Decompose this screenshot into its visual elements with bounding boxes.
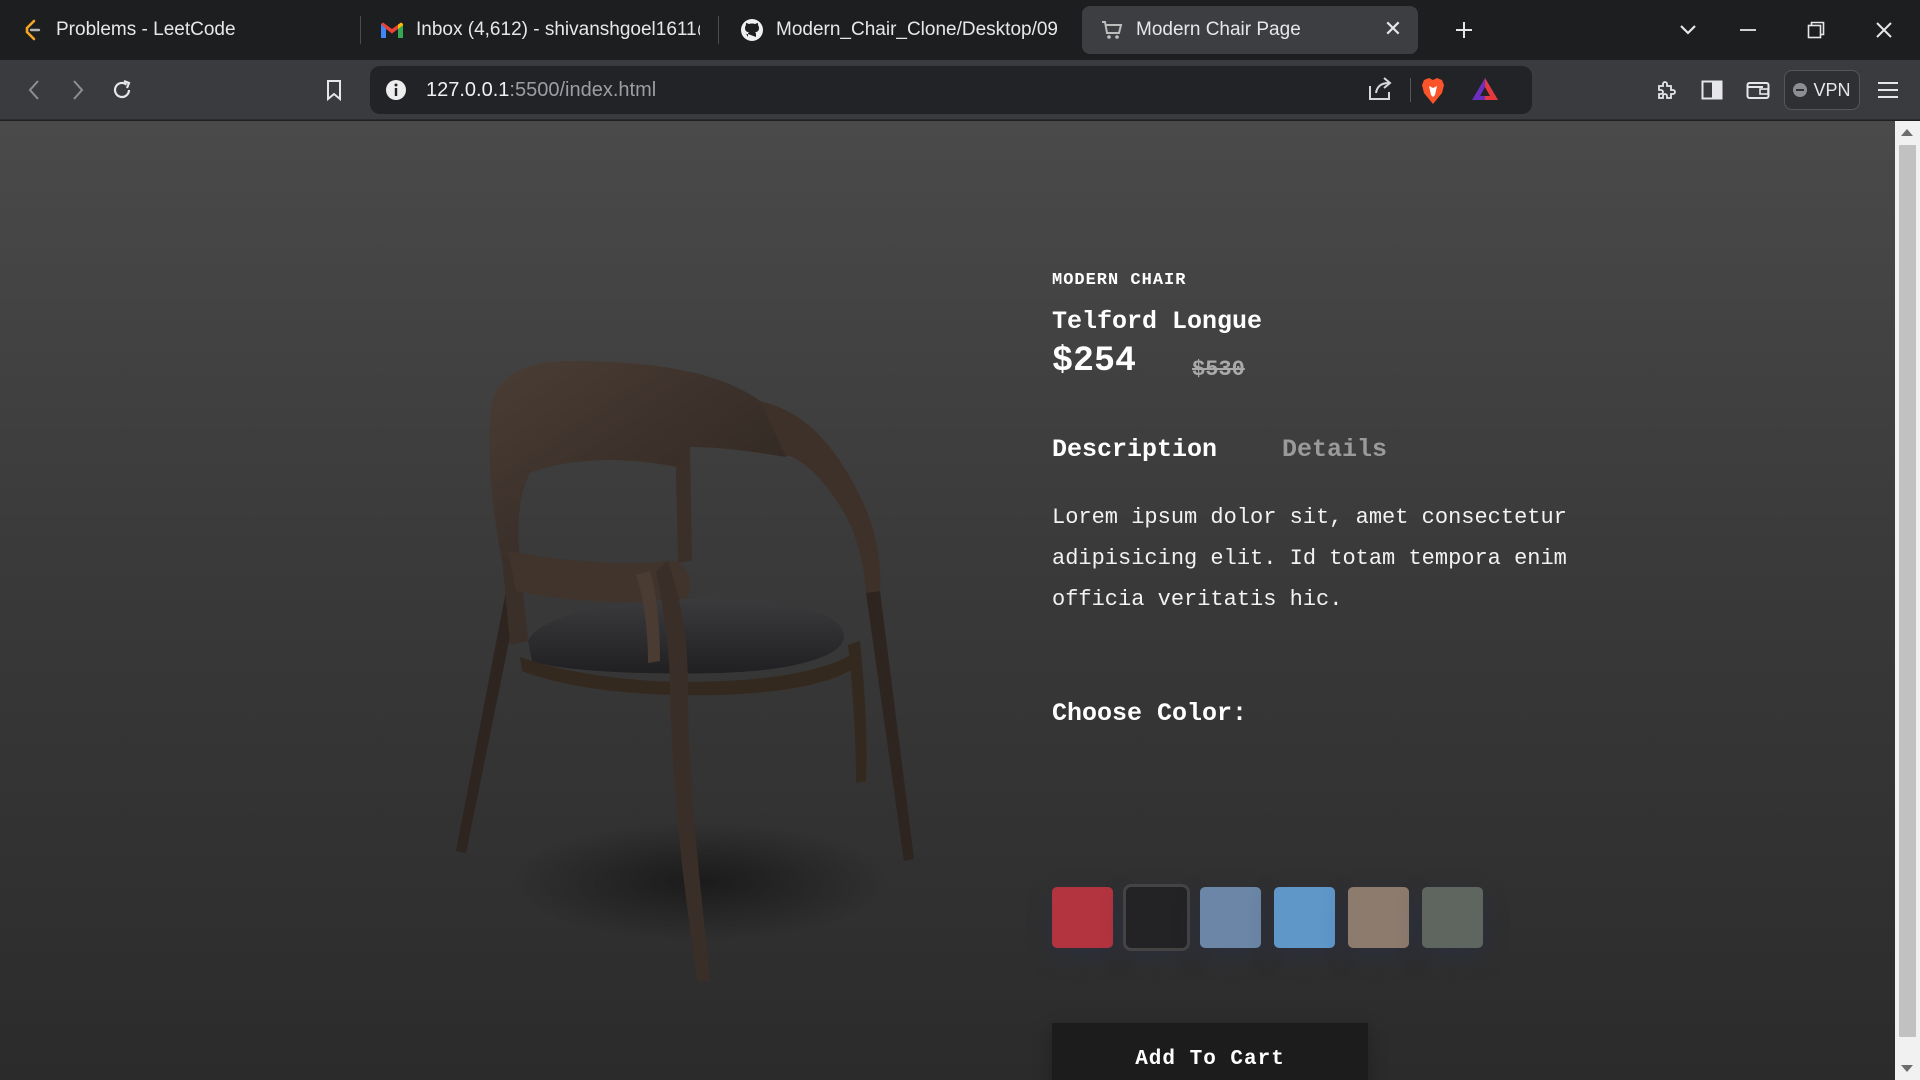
- choose-color-label: Choose Color:: [1052, 699, 1248, 728]
- browser-toolbar: 127.0.0.1:5500/index.html VPN: [0, 60, 1920, 120]
- tab-modern-chair[interactable]: Modern Chair Page ✕: [1082, 6, 1418, 54]
- close-window-icon[interactable]: [1866, 12, 1902, 48]
- tab-divider: [718, 16, 719, 44]
- color-swatch-taupe[interactable]: [1348, 887, 1409, 948]
- vpn-label: VPN: [1813, 79, 1851, 100]
- product-category: MODERN CHAIR: [1052, 271, 1187, 290]
- product-name: Telford Longue: [1052, 307, 1263, 336]
- tab-description[interactable]: Description: [1052, 435, 1217, 464]
- brave-shields-icon[interactable]: [1420, 76, 1448, 106]
- scroll-thumb[interactable]: [1899, 145, 1916, 1037]
- back-icon[interactable]: [14, 70, 54, 110]
- leetcode-icon: [20, 18, 44, 42]
- gmail-icon: [380, 18, 404, 42]
- url-text[interactable]: 127.0.0.1:5500/index.html: [426, 79, 656, 102]
- sidebar-icon[interactable]: [1692, 70, 1732, 110]
- color-swatch-red[interactable]: [1052, 887, 1113, 948]
- forward-icon[interactable]: [58, 70, 98, 110]
- close-tab-icon[interactable]: ✕: [1382, 18, 1404, 40]
- url-host: 127.0.0.1: [426, 79, 510, 101]
- add-to-cart-button[interactable]: Add To Cart: [1052, 1023, 1368, 1080]
- tab-title: Problems - LeetCode: [56, 19, 236, 40]
- tab-list-chevron-icon[interactable]: [1670, 12, 1706, 48]
- tab-title: Inbox (4,612) - shivanshgoel1611@g: [416, 19, 700, 40]
- restore-icon[interactable]: [1798, 12, 1834, 48]
- tab-title: Modern_Chair_Clone/Desktop/09 - I: [776, 19, 1060, 40]
- address-bar[interactable]: 127.0.0.1:5500/index.html: [370, 66, 1532, 114]
- product-price: $254: [1052, 341, 1137, 381]
- tab-details[interactable]: Details: [1282, 435, 1387, 464]
- minimize-icon[interactable]: [1730, 12, 1766, 48]
- bookmark-icon[interactable]: [314, 70, 354, 110]
- url-path: :5500/index.html: [509, 79, 657, 101]
- color-swatch-grey-green[interactable]: [1422, 887, 1483, 948]
- address-bar-divider: [1410, 78, 1411, 102]
- github-icon: [740, 18, 764, 42]
- share-icon[interactable]: [1366, 76, 1396, 104]
- scroll-up-arrow-icon[interactable]: [1901, 129, 1913, 136]
- new-tab-icon[interactable]: [1446, 12, 1482, 48]
- tab-title: Modern Chair Page: [1136, 19, 1301, 40]
- tab-github[interactable]: Modern_Chair_Clone/Desktop/09 - I: [740, 6, 1060, 54]
- vpn-button[interactable]: VPN: [1784, 70, 1860, 110]
- tab-leetcode[interactable]: Problems - LeetCode: [20, 6, 350, 54]
- tab-divider: [360, 16, 361, 44]
- page-scrollbar[interactable]: [1895, 121, 1920, 1080]
- chair-image: [456, 361, 914, 981]
- color-swatch-black[interactable]: [1123, 884, 1190, 951]
- brave-rewards-icon[interactable]: [1470, 76, 1500, 104]
- wallet-icon[interactable]: [1738, 70, 1778, 110]
- color-swatch-sky-blue[interactable]: [1274, 887, 1335, 948]
- menu-icon[interactable]: [1868, 70, 1908, 110]
- site-info-icon[interactable]: [384, 78, 408, 102]
- cart-icon: [1100, 18, 1124, 42]
- extensions-icon[interactable]: [1646, 70, 1686, 110]
- product-old-price: $530: [1192, 357, 1245, 382]
- color-swatch-denim-blue[interactable]: [1200, 887, 1261, 948]
- tab-gmail[interactable]: Inbox (4,612) - shivanshgoel1611@g: [380, 6, 700, 54]
- vpn-status-icon: [1793, 83, 1808, 97]
- page-viewport: MODERN CHAIR Telford Longue $254 $530 De…: [0, 121, 1895, 1080]
- product-description: Lorem ipsum dolor sit, amet consectetur …: [1052, 505, 1567, 612]
- reload-icon[interactable]: [102, 70, 142, 110]
- browser-tab-strip: Problems - LeetCode Inbox (4,612) - shiv…: [0, 0, 1920, 60]
- scroll-down-arrow-icon[interactable]: [1901, 1065, 1913, 1072]
